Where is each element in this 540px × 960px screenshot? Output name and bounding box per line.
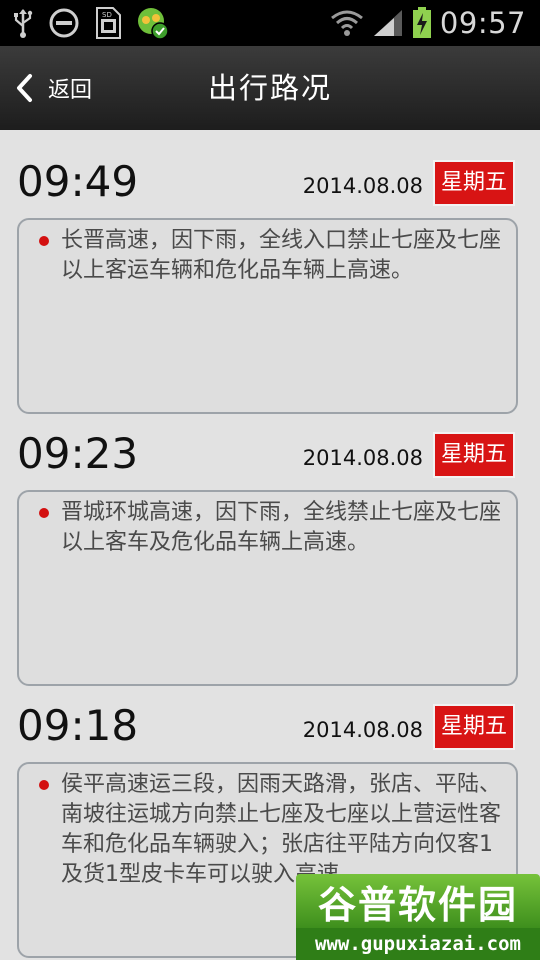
message-text: 长晋高速，因下雨，全线入口禁止七座及七座以上客运车辆和危化品车辆上高速。: [61, 228, 502, 283]
bullet-icon: [39, 780, 49, 790]
app-notification-icon: [138, 8, 169, 40]
watermark-url: www.gupuxiazai.com: [296, 928, 540, 960]
svg-text:SD: SD: [102, 11, 112, 19]
back-button-label: 返回: [48, 78, 93, 103]
message-text: 侯平高速运三段，因雨天路滑，张店、平陆、南坡往运城方向禁止七座及七座以上营运性客…: [61, 772, 502, 887]
weekday-badge: 星期五: [435, 434, 513, 476]
entry-date: 2014.08.08: [302, 174, 423, 198]
message-card[interactable]: 长晋高速，因下雨，全线入口禁止七座及七座以上客运车辆和危化品车辆上高速。: [17, 218, 518, 414]
entry-date: 2014.08.08: [302, 718, 423, 742]
status-bar-right: 09:57: [330, 6, 526, 40]
message-card[interactable]: 晋城环城高速，因下雨，全线禁止七座及七座以上客车及危化品车辆上高速。: [17, 490, 518, 686]
entry-time: 09:18: [17, 701, 139, 750]
entry-time: 09:49: [17, 157, 139, 206]
wifi-icon: [330, 10, 363, 36]
back-button[interactable]: 返回: [14, 68, 92, 108]
traffic-list[interactable]: 09:49 2014.08.08 星期五 长晋高速，因下雨，全线入口禁止七座及七…: [0, 130, 540, 960]
weekday-badge: 星期五: [435, 706, 513, 748]
entry-date: 2014.08.08: [302, 446, 423, 470]
bullet-icon: [39, 508, 49, 518]
watermark-logo: 谷普软件园 www.gupuxiazai.com: [296, 874, 540, 960]
chevron-left-icon: [17, 74, 32, 102]
status-time: 09:57: [439, 6, 526, 40]
watermark-name: 谷普软件园: [296, 874, 540, 928]
weekday-badge: 星期五: [435, 162, 513, 204]
title-bar: 出行路况 返回: [0, 46, 540, 130]
entry-time: 09:23: [17, 429, 139, 478]
sim-card-icon: SD: [96, 7, 121, 39]
signal-icon: [373, 10, 402, 36]
usb-icon: [14, 9, 33, 38]
status-bar-left: SD: [12, 6, 170, 40]
status-bar: SD 09:57: [0, 0, 540, 46]
message-text: 晋城环城高速，因下雨，全线禁止七座及七座以上客车及危化品车辆上高速。: [61, 500, 502, 555]
battery-charging-icon: [412, 7, 431, 38]
do-not-disturb-icon: [49, 8, 79, 38]
bullet-icon: [39, 236, 49, 246]
